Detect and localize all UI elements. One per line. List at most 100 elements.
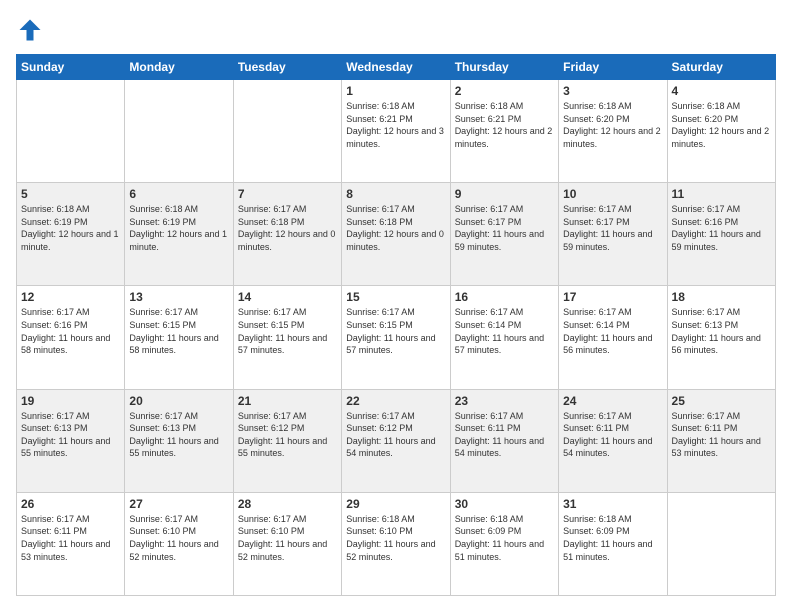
day-cell: 16 Sunrise: 6:17 AM Sunset: 6:14 PM Dayli… [450,286,558,389]
day-cell [667,492,775,595]
day-number: 20 [129,394,228,408]
week-row-3: 19Sunrise: 6:17 AM Sunset: 6:13 PM Dayli… [17,389,776,492]
col-header-monday: Monday [125,55,233,80]
day-number: 18 [672,290,771,304]
day-number: 29 [346,497,445,511]
day-number: 23 [455,394,554,408]
day-cell: 2 Sunrise: 6:18 AM Sunset: 6:21 PM Daylig… [450,80,558,183]
calendar: SundayMondayTuesdayWednesdayThursdayFrid… [16,54,776,596]
day-number: 24 [563,394,662,408]
day-number: 6 [129,187,228,201]
day-cell [125,80,233,183]
day-info: Sunrise: 6:17 AM Sunset: 6:17 PM Dayligh… [455,203,554,253]
day-number: 28 [238,497,337,511]
day-cell: 17 Sunrise: 6:17 AM Sunset: 6:14 PM Dayli… [559,286,667,389]
day-info: Sunrise: 6:18 AM Sunset: 6:09 PM Dayligh… [455,513,554,563]
day-cell: 11Sunrise: 6:17 AM Sunset: 6:16 PM Dayli… [667,183,775,286]
logo-icon [16,16,44,44]
day-info: Sunrise: 6:17 AM Sunset: 6:13 PM Dayligh… [672,306,771,356]
day-info: Sunrise: 6:17 AM Sunset: 6:17 PM Dayligh… [563,203,662,253]
day-number: 22 [346,394,445,408]
day-info: Sunrise: 6:18 AM Sunset: 6:19 PM Dayligh… [21,203,120,253]
day-cell: 18 Sunrise: 6:17 AM Sunset: 6:13 PM Dayli… [667,286,775,389]
day-info: Sunrise: 6:17 AM Sunset: 6:13 PM Dayligh… [129,410,228,460]
day-info: Sunrise: 6:17 AM Sunset: 6:10 PM Dayligh… [129,513,228,563]
day-cell: 9 Sunrise: 6:17 AM Sunset: 6:17 PM Daylig… [450,183,558,286]
day-cell: 25 Sunrise: 6:17 AM Sunset: 6:11 PM Dayli… [667,389,775,492]
day-info: Sunrise: 6:17 AM Sunset: 6:15 PM Dayligh… [346,306,445,356]
week-row-1: 5 Sunrise: 6:18 AM Sunset: 6:19 PM Daylig… [17,183,776,286]
day-info: Sunrise: 6:17 AM Sunset: 6:16 PM Dayligh… [672,203,771,253]
day-cell: 19Sunrise: 6:17 AM Sunset: 6:13 PM Dayli… [17,389,125,492]
col-header-friday: Friday [559,55,667,80]
day-cell: 12 Sunrise: 6:17 AM Sunset: 6:16 PM Dayli… [17,286,125,389]
col-header-sunday: Sunday [17,55,125,80]
day-cell [17,80,125,183]
day-cell: 3 Sunrise: 6:18 AM Sunset: 6:20 PM Daylig… [559,80,667,183]
day-cell: 22Sunrise: 6:17 AM Sunset: 6:12 PM Dayli… [342,389,450,492]
col-header-saturday: Saturday [667,55,775,80]
day-number: 15 [346,290,445,304]
day-number: 17 [563,290,662,304]
header-row: SundayMondayTuesdayWednesdayThursdayFrid… [17,55,776,80]
day-number: 3 [563,84,662,98]
day-info: Sunrise: 6:18 AM Sunset: 6:21 PM Dayligh… [455,100,554,150]
day-info: Sunrise: 6:17 AM Sunset: 6:11 PM Dayligh… [672,410,771,460]
day-number: 4 [672,84,771,98]
day-info: Sunrise: 6:17 AM Sunset: 6:14 PM Dayligh… [563,306,662,356]
day-cell: 4 Sunrise: 6:18 AM Sunset: 6:20 PM Daylig… [667,80,775,183]
day-number: 30 [455,497,554,511]
day-info: Sunrise: 6:18 AM Sunset: 6:20 PM Dayligh… [672,100,771,150]
day-info: Sunrise: 6:17 AM Sunset: 6:12 PM Dayligh… [238,410,337,460]
day-number: 12 [21,290,120,304]
day-cell: 13 Sunrise: 6:17 AM Sunset: 6:15 PM Dayli… [125,286,233,389]
day-info: Sunrise: 6:17 AM Sunset: 6:15 PM Dayligh… [129,306,228,356]
day-number: 2 [455,84,554,98]
day-info: Sunrise: 6:18 AM Sunset: 6:20 PM Dayligh… [563,100,662,150]
day-number: 31 [563,497,662,511]
day-cell: 27 Sunrise: 6:17 AM Sunset: 6:10 PM Dayli… [125,492,233,595]
day-number: 9 [455,187,554,201]
day-cell: 24Sunrise: 6:17 AM Sunset: 6:11 PM Dayli… [559,389,667,492]
day-info: Sunrise: 6:18 AM Sunset: 6:21 PM Dayligh… [346,100,445,150]
day-number: 16 [455,290,554,304]
day-cell: 7Sunrise: 6:17 AM Sunset: 6:18 PM Daylig… [233,183,341,286]
day-number: 25 [672,394,771,408]
day-number: 1 [346,84,445,98]
day-info: Sunrise: 6:17 AM Sunset: 6:18 PM Dayligh… [346,203,445,253]
day-number: 13 [129,290,228,304]
day-info: Sunrise: 6:17 AM Sunset: 6:14 PM Dayligh… [455,306,554,356]
col-header-thursday: Thursday [450,55,558,80]
day-info: Sunrise: 6:18 AM Sunset: 6:10 PM Dayligh… [346,513,445,563]
day-cell: 1 Sunrise: 6:18 AM Sunset: 6:21 PM Daylig… [342,80,450,183]
day-cell: 20 Sunrise: 6:17 AM Sunset: 6:13 PM Dayli… [125,389,233,492]
day-cell: 15 Sunrise: 6:17 AM Sunset: 6:15 PM Dayli… [342,286,450,389]
day-cell: 31 Sunrise: 6:18 AM Sunset: 6:09 PM Dayli… [559,492,667,595]
col-header-wednesday: Wednesday [342,55,450,80]
day-cell: 21Sunrise: 6:17 AM Sunset: 6:12 PM Dayli… [233,389,341,492]
day-cell: 28Sunrise: 6:17 AM Sunset: 6:10 PM Dayli… [233,492,341,595]
day-info: Sunrise: 6:17 AM Sunset: 6:16 PM Dayligh… [21,306,120,356]
day-info: Sunrise: 6:18 AM Sunset: 6:09 PM Dayligh… [563,513,662,563]
day-number: 27 [129,497,228,511]
day-number: 14 [238,290,337,304]
day-cell: 5 Sunrise: 6:18 AM Sunset: 6:19 PM Daylig… [17,183,125,286]
day-info: Sunrise: 6:17 AM Sunset: 6:11 PM Dayligh… [455,410,554,460]
day-cell: 23 Sunrise: 6:17 AM Sunset: 6:11 PM Dayli… [450,389,558,492]
week-row-0: 1 Sunrise: 6:18 AM Sunset: 6:21 PM Daylig… [17,80,776,183]
week-row-2: 12 Sunrise: 6:17 AM Sunset: 6:16 PM Dayli… [17,286,776,389]
day-cell: 10Sunrise: 6:17 AM Sunset: 6:17 PM Dayli… [559,183,667,286]
day-number: 5 [21,187,120,201]
day-cell: 8Sunrise: 6:17 AM Sunset: 6:18 PM Daylig… [342,183,450,286]
day-cell: 29 Sunrise: 6:18 AM Sunset: 6:10 PM Dayli… [342,492,450,595]
week-row-4: 26Sunrise: 6:17 AM Sunset: 6:11 PM Dayli… [17,492,776,595]
col-header-tuesday: Tuesday [233,55,341,80]
page: SundayMondayTuesdayWednesdayThursdayFrid… [0,0,792,612]
day-cell [233,80,341,183]
day-info: Sunrise: 6:18 AM Sunset: 6:19 PM Dayligh… [129,203,228,253]
day-info: Sunrise: 6:17 AM Sunset: 6:13 PM Dayligh… [21,410,120,460]
day-info: Sunrise: 6:17 AM Sunset: 6:11 PM Dayligh… [21,513,120,563]
logo [16,16,48,44]
day-cell: 26Sunrise: 6:17 AM Sunset: 6:11 PM Dayli… [17,492,125,595]
day-info: Sunrise: 6:17 AM Sunset: 6:18 PM Dayligh… [238,203,337,253]
